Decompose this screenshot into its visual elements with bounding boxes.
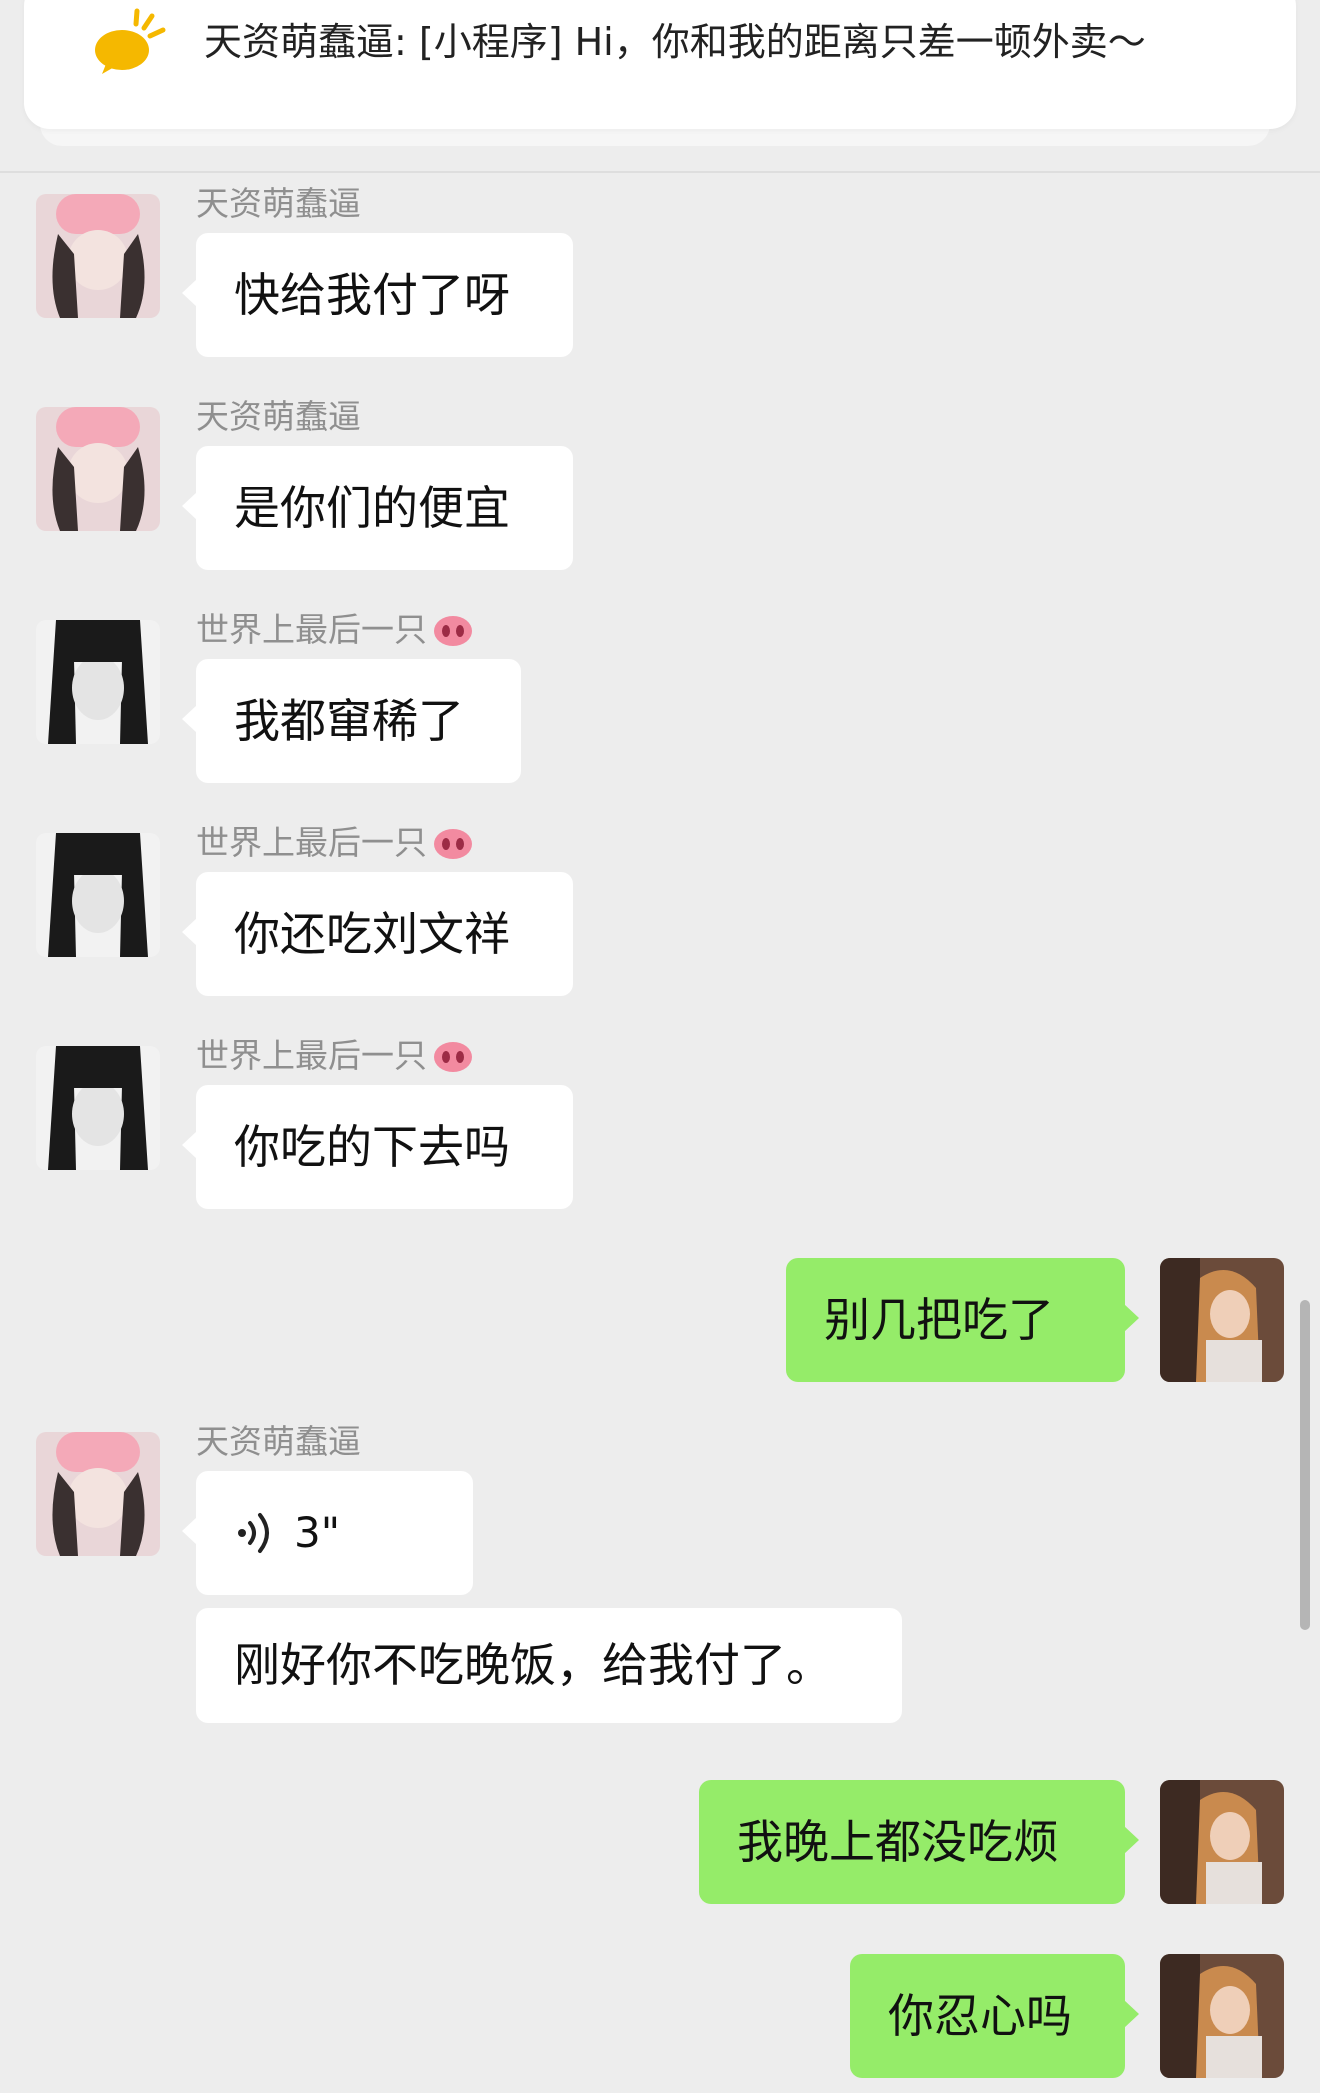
pig-nose-emoji: [434, 616, 472, 646]
sender-name-text: 世界上最后一只: [196, 1036, 427, 1075]
pink-hat-girl-avatar[interactable]: [36, 407, 160, 531]
message-bubble-outgoing[interactable]: 你忍心吗: [850, 1954, 1139, 2078]
message-bubble[interactable]: 刚好你不吃晚饭，给我付了。: [196, 1608, 902, 1723]
pig-nose-emoji: [434, 1042, 472, 1072]
orange-chat-bubble-icon: [95, 8, 166, 74]
anime-girl-avatar[interactable]: [36, 1046, 160, 1170]
sender-name: 世界上最后一只: [196, 610, 473, 650]
scrollbar[interactable]: [1300, 1300, 1310, 1630]
pinned-notice[interactable]: 天资萌蠢逼: [小程序] Hi，你和我的距离只差一顿外卖～: [24, 0, 1296, 129]
sender-name: 世界上最后一只: [196, 823, 473, 863]
sender-name: 天资萌蠢逼: [196, 184, 361, 223]
divider: [0, 171, 1320, 173]
self-photo-avatar[interactable]: [1160, 1780, 1284, 1904]
pinned-notice-text: 天资萌蠢逼: [小程序] Hi，你和我的距离只差一顿外卖～: [204, 20, 1146, 64]
sender-name-text: 世界上最后一只: [196, 823, 427, 862]
message-bubble[interactable]: 我都窜稀了: [182, 659, 521, 783]
chat-screen: 天资萌蠢逼: [小程序] Hi，你和我的距离只差一顿外卖～ 天资萌蠢逼 快给我付…: [0, 0, 1320, 2093]
sender-name: 天资萌蠢逼: [196, 1422, 361, 1461]
voice-wave-icon: [238, 1513, 269, 1553]
message-bubble[interactable]: 快给我付了呀: [182, 233, 573, 357]
message-bubble-outgoing[interactable]: 别几把吃了: [786, 1258, 1139, 1382]
voice-message-bubble[interactable]: 3": [182, 1471, 473, 1595]
message-bubble[interactable]: 你还吃刘文祥: [182, 872, 573, 996]
message-bubble[interactable]: 是你们的便宜: [182, 446, 573, 570]
message-bubble-outgoing[interactable]: 我晚上都没吃烦: [699, 1780, 1139, 1904]
self-photo-avatar[interactable]: [1160, 1258, 1284, 1382]
pink-hat-girl-avatar[interactable]: [36, 1432, 160, 1556]
self-photo-avatar[interactable]: [1160, 1954, 1284, 2078]
sender-name: 世界上最后一只: [196, 1036, 473, 1076]
pig-nose-emoji: [434, 829, 472, 859]
voice-duration: 3": [294, 1508, 341, 1557]
anime-girl-avatar[interactable]: [36, 833, 160, 957]
pink-hat-girl-avatar[interactable]: [36, 194, 160, 318]
sender-name-text: 世界上最后一只: [196, 610, 427, 649]
anime-girl-avatar[interactable]: [36, 620, 160, 744]
message-bubble[interactable]: 你吃的下去吗: [182, 1085, 573, 1209]
sender-name: 天资萌蠢逼: [196, 397, 361, 436]
